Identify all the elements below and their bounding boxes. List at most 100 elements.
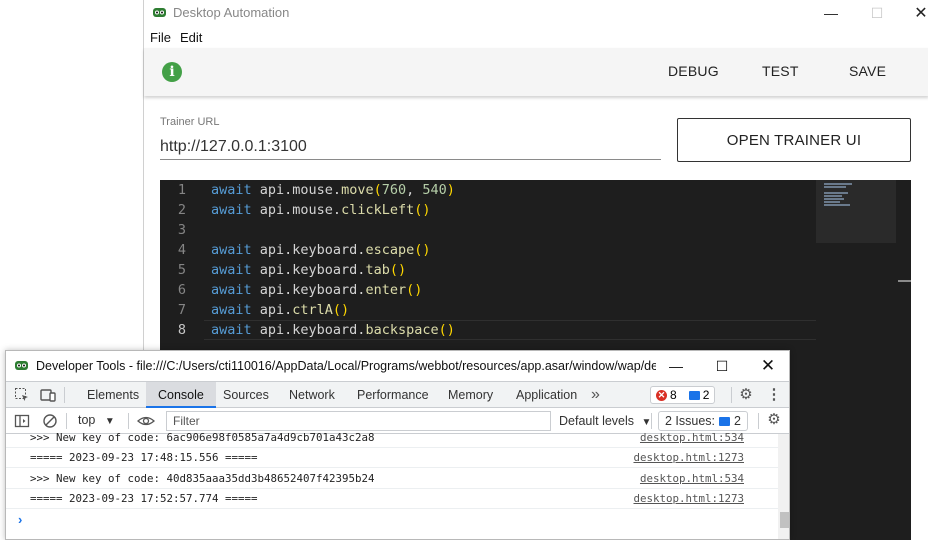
open-trainer-ui-button[interactable]: OPEN TRAINER UI: [677, 118, 911, 162]
live-expression-eye-icon[interactable]: [136, 413, 156, 429]
code-token: mouse.: [292, 202, 342, 218]
devtools-tabbar: Elements Console Sources Network Perform…: [6, 381, 789, 408]
minimap[interactable]: [816, 180, 896, 243]
app-logo-icon: [153, 8, 166, 17]
log-message: >>> New key of code: 40d835aaa35dd3b4865…: [30, 472, 375, 485]
editor-scrollbar[interactable]: [898, 180, 911, 540]
console-scroll-thumb[interactable]: [780, 512, 789, 528]
tab-sources[interactable]: Sources: [223, 382, 269, 408]
code-token: api.: [251, 262, 293, 278]
code-token: (): [406, 282, 423, 298]
code-token: await: [211, 322, 252, 338]
code-line[interactable]: 7 await api.ctrlA(): [160, 300, 816, 320]
code-line[interactable]: 6 await api.keyboard.enter(): [160, 280, 816, 300]
tab-memory[interactable]: Memory: [448, 382, 493, 408]
code-text: await api.keyboard.escape(): [211, 240, 430, 260]
close-icon: ✕: [914, 5, 928, 22]
code-line[interactable]: 1 await api.mouse.move(760, 540): [160, 180, 816, 200]
code-token: api.: [251, 242, 293, 258]
tab-performance[interactable]: Performance: [357, 382, 429, 408]
menu-edit[interactable]: Edit: [180, 30, 202, 45]
log-source-link[interactable]: desktop.html:1273: [633, 448, 744, 468]
menubar: File Edit: [144, 28, 928, 48]
log-levels-select[interactable]: Default levels ▼: [559, 414, 651, 428]
line-number: 7: [177, 302, 186, 318]
code-token: (): [414, 242, 431, 258]
inspect-element-icon[interactable]: [14, 387, 30, 403]
log-message: >>> New key of code: 6ac906e98f0585a7a4d…: [30, 431, 375, 444]
code-line[interactable]: 2 await api.mouse.clickLeft(): [160, 200, 816, 220]
line-number: 8: [177, 322, 186, 338]
log-source-link[interactable]: desktop.html:534: [640, 469, 744, 489]
message-icon: [719, 416, 731, 426]
tab-console[interactable]: Console: [146, 382, 216, 408]
more-tabs-chevron-icon[interactable]: »: [591, 382, 600, 408]
menu-file[interactable]: File: [150, 30, 171, 45]
toolbar-divider: [64, 387, 65, 403]
log-row: >>> New key of code: 6ac906e98f0585a7a4d…: [6, 428, 778, 448]
devtools-maximize-button[interactable]: ☐: [702, 355, 742, 377]
error-warning-counter[interactable]: ✕ 8 2: [650, 386, 716, 404]
code-token: escape: [365, 242, 415, 258]
code-token: 760: [381, 182, 407, 198]
sidebar-toggle-icon[interactable]: [14, 413, 30, 429]
maximize-icon: ☐: [715, 357, 729, 374]
minimize-button[interactable]: —: [808, 2, 854, 24]
tab-elements[interactable]: Elements: [87, 382, 139, 408]
save-button[interactable]: SAVE: [849, 63, 886, 79]
code-token: await: [211, 242, 252, 258]
code-token: await: [211, 182, 252, 198]
code-text: await api.keyboard.tab(): [211, 260, 406, 280]
code-token: clickLeft: [341, 202, 415, 218]
test-button[interactable]: TEST: [762, 63, 799, 79]
maximize-button[interactable]: ☐: [854, 2, 900, 24]
code-text: await api.keyboard.enter(): [211, 280, 422, 300]
code-line[interactable]: 4 await api.keyboard.escape(): [160, 240, 816, 260]
code-token: mouse.: [292, 182, 342, 198]
toolbar-divider: [66, 413, 67, 429]
code-token: 540: [422, 182, 447, 198]
code-token: ): [446, 182, 455, 198]
error-count: 8: [670, 388, 677, 402]
code-line[interactable]: 8 await api.keyboard.backspace(): [160, 320, 816, 340]
message-icon: [688, 390, 700, 400]
console-log: >>> New key of code: 6ac906e98f0585a7a4d…: [6, 431, 778, 539]
line-number: 1: [177, 182, 186, 198]
log-row: ===== 2023-09-23 17:48:15.556 ===== desk…: [6, 448, 778, 468]
console-scrollbar[interactable]: [778, 434, 789, 539]
code-token: await: [211, 202, 252, 218]
devtools-close-button[interactable]: ✕: [748, 355, 788, 377]
console-settings-gear-icon[interactable]: ⚙: [766, 412, 782, 428]
toolbar-divider: [128, 413, 129, 429]
context-select[interactable]: top ▼: [78, 413, 115, 427]
toolbar-divider: [731, 387, 732, 403]
tab-network[interactable]: Network: [289, 382, 335, 408]
log-message: ===== 2023-09-23 17:48:15.556 =====: [30, 451, 258, 464]
toolbar-divider: [758, 413, 759, 429]
more-options-icon[interactable]: ⋮: [766, 387, 782, 403]
clear-console-icon[interactable]: [42, 413, 58, 429]
info-status-icon[interactable]: i: [162, 62, 182, 82]
chevron-down-icon: ▼: [641, 417, 652, 428]
line-number: 4: [177, 242, 186, 258]
code-token: backspace: [365, 322, 439, 338]
log-source-link[interactable]: desktop.html:1273: [633, 489, 744, 509]
settings-gear-icon[interactable]: ⚙: [738, 387, 754, 403]
code-line[interactable]: 3: [160, 220, 816, 240]
tab-application[interactable]: Application: [516, 382, 577, 408]
code-line[interactable]: 5 await api.keyboard.tab(): [160, 260, 816, 280]
line-number: 6: [177, 282, 186, 298]
close-button[interactable]: ✕: [898, 2, 928, 24]
trainer-url-input[interactable]: [160, 132, 661, 160]
code-text: await api.mouse.move(760, 540): [211, 180, 455, 200]
line-number: 5: [177, 262, 186, 278]
devtools-minimize-button[interactable]: —: [656, 355, 696, 377]
console-prompt-icon[interactable]: ›: [18, 512, 22, 527]
error-icon: ✕: [656, 389, 667, 401]
device-toolbar-icon[interactable]: [40, 387, 56, 403]
code-token: api.: [251, 322, 293, 338]
debug-button[interactable]: DEBUG: [668, 63, 719, 79]
log-source-link[interactable]: desktop.html:534: [640, 428, 744, 448]
code-token: (: [373, 182, 382, 198]
minimap-line: [824, 183, 852, 185]
